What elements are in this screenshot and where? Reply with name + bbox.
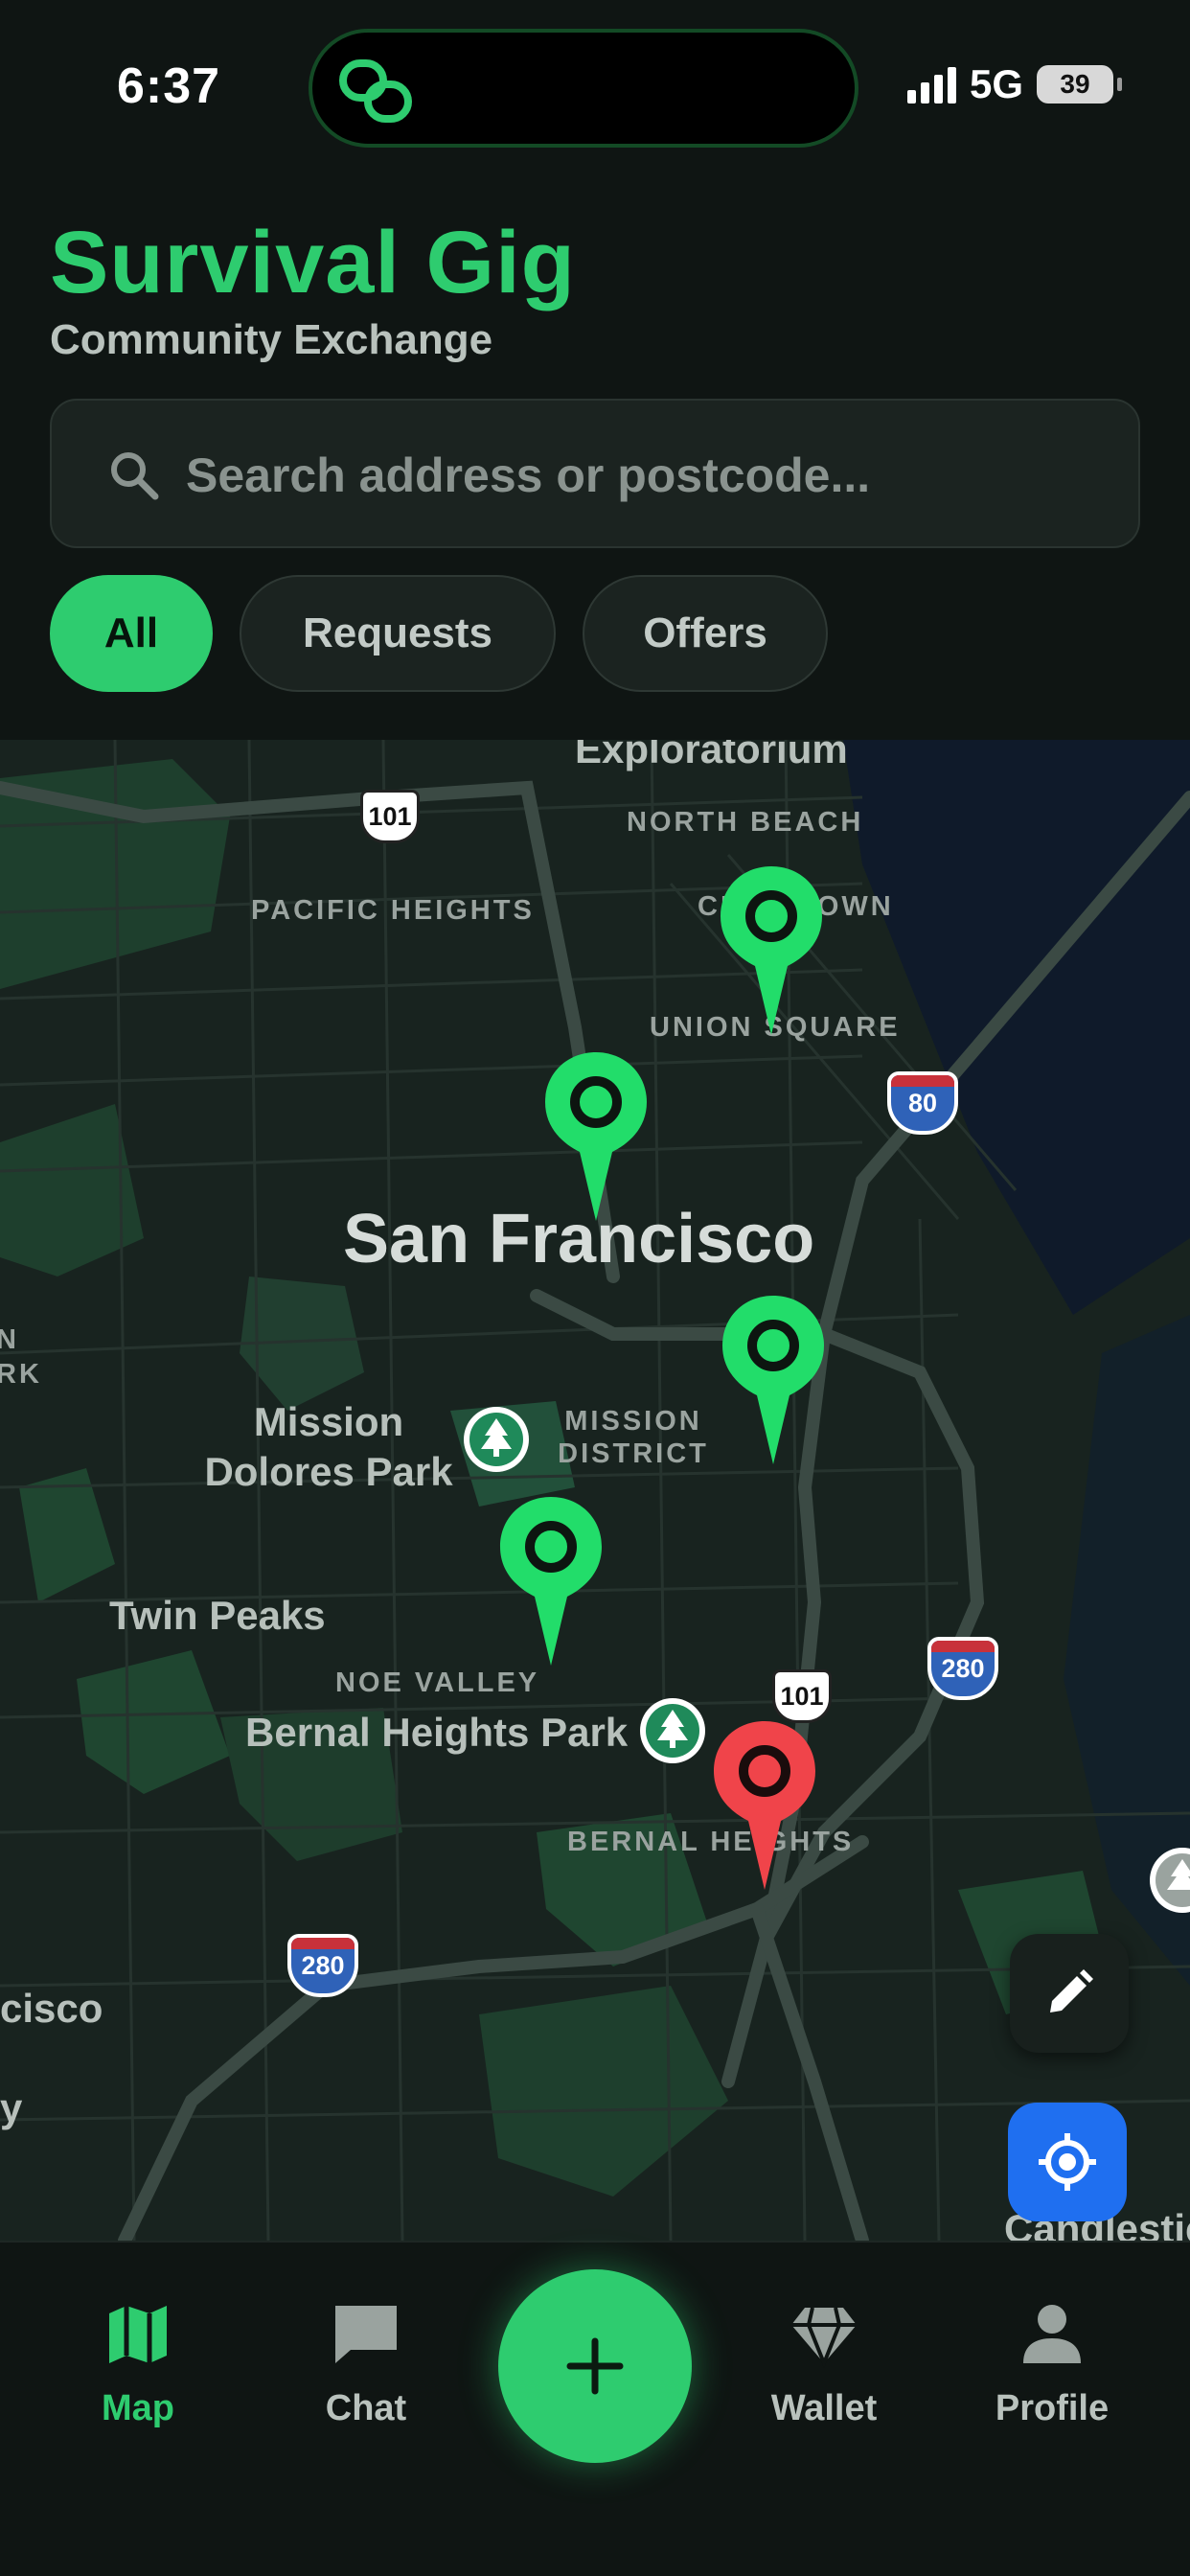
route-shield: 80 (887, 1071, 958, 1135)
nav-wallet[interactable]: Wallet (738, 2296, 910, 2429)
nav-profile[interactable]: Profile (966, 2296, 1138, 2429)
park-icon (464, 1407, 529, 1472)
route-shield: 101 (360, 790, 420, 843)
status-bar: 6:37 5G 39 (0, 0, 1190, 172)
search-icon (111, 452, 159, 500)
map-icon (109, 2306, 167, 2363)
plus-icon (566, 2337, 624, 2395)
filter-all[interactable]: All (50, 575, 213, 692)
map-label: cisco (0, 1986, 103, 2031)
map-label: NORTH BEACH (627, 807, 864, 838)
map-label: Exploratorium (575, 740, 848, 771)
person-icon (1023, 2305, 1081, 2363)
filter-chips: All Requests Offers (50, 575, 828, 692)
route-shield: 280 (927, 1637, 998, 1700)
app-subtitle: Community Exchange (50, 316, 493, 363)
route-shield: 101 (772, 1669, 832, 1723)
map-label: PACIFIC HEIGHTS (251, 895, 535, 926)
map-pin-request[interactable] (712, 1721, 817, 1890)
route-shield: 280 (287, 1934, 358, 1997)
chat-icon (335, 2306, 397, 2363)
map-label: Bernal Heights Park (245, 1710, 629, 1755)
battery-icon: 39 (1037, 65, 1122, 104)
map-view[interactable]: Exploratorium NORTH BEACH PACIFIC HEIGHT… (0, 740, 1190, 2241)
park-icon (640, 1698, 705, 1763)
map-label: NOE VALLEY (335, 1668, 540, 1698)
filter-offers[interactable]: Offers (583, 575, 828, 692)
status-time: 6:37 (117, 58, 221, 114)
diamond-icon (791, 2307, 857, 2369)
park-icon (1150, 1848, 1190, 1913)
locate-button[interactable] (1008, 2103, 1127, 2221)
map-pin-offer[interactable] (719, 866, 824, 1035)
header: Survival Gig Community Exchange All Requ… (0, 172, 1190, 740)
locate-icon (1039, 2133, 1096, 2191)
map-pin-offer[interactable] (721, 1296, 826, 1464)
map-label: N (0, 1324, 19, 1355)
nav-profile-label: Profile (995, 2388, 1110, 2428)
map-label: MISSION DISTRICT (558, 1406, 709, 1469)
nav-map-label: Map (102, 2388, 174, 2428)
map-pin-offer[interactable] (543, 1052, 649, 1221)
map-label: RK (0, 1359, 42, 1390)
nav-wallet-label: Wallet (770, 2388, 878, 2428)
search-input[interactable] (186, 433, 1106, 518)
pencil-icon (1050, 1969, 1093, 2012)
network-type: 5G (969, 61, 1023, 106)
add-button[interactable] (498, 2269, 692, 2463)
nav-chat-label: Chat (325, 2388, 407, 2428)
nav-chat[interactable]: Chat (280, 2296, 452, 2429)
filter-requests[interactable]: Requests (240, 575, 556, 692)
edit-button[interactable] (1010, 1934, 1129, 2053)
map-label: y (0, 2085, 23, 2130)
map-label: Mission Dolores Park (204, 1399, 453, 1494)
search-bar[interactable] (50, 399, 1140, 548)
bottom-nav: Map Chat Wallet Profile (0, 2241, 1190, 2576)
map-pin-offer[interactable] (498, 1497, 604, 1666)
nav-map[interactable]: Map (52, 2296, 224, 2429)
dynamic-island (309, 29, 858, 148)
map-label: Twin Peaks (109, 1593, 326, 1638)
signal-icon (906, 65, 956, 104)
link-icon (339, 59, 412, 123)
status-indicators: 5G 39 (906, 61, 1122, 107)
app-title: Survival Gig (50, 214, 576, 311)
battery-level: 39 (1060, 69, 1090, 99)
